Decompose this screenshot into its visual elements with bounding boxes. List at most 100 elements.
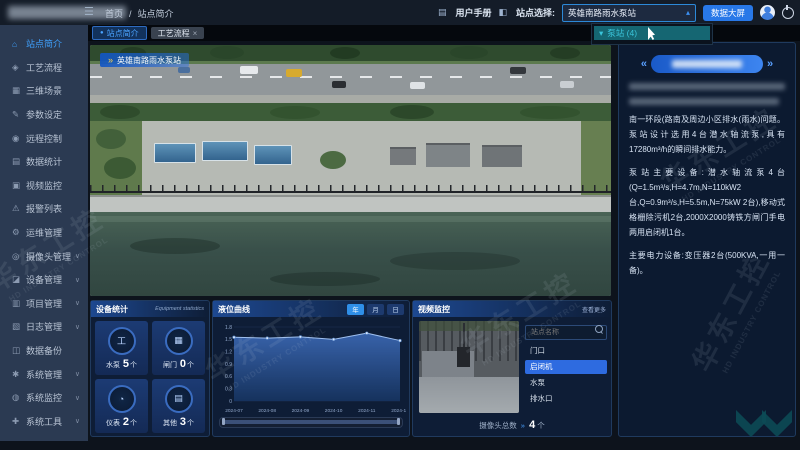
breadcrumb-separator: / [129,9,132,19]
photo-overlay-label[interactable]: » 英雄南路雨水泵站 [100,53,189,67]
user-avatar[interactable] [760,5,775,20]
equipment-panel-subtitle: Equipment statistics [155,306,204,312]
sidebar-item-system-monitor[interactable]: ◍系统监控∨ [0,386,88,410]
period-day-button[interactable]: 日 [387,304,404,315]
sidebar-item-3d-scene[interactable]: ▦三维场景 [0,79,88,103]
stat-count: 5 [123,358,129,370]
camera-item-gate[interactable]: 门口 [525,344,607,358]
user-manual-link[interactable]: 用户手册 [455,6,491,19]
aerial-photo: » 英雄南路雨水泵站 [90,45,611,296]
stat-label: 闸门 [163,362,177,369]
pump-station-dashboard: ☰ 首页 / 站点简介 ▤ 用户手册 ◧ 站点选择: 英雄南路雨水泵站 ▴ 数据大屏… [0,0,800,450]
equipment-panel-title: 设备统计 [96,304,128,315]
top-bar-right: ▤ 用户手册 ◧ 站点选择: 英雄南路雨水泵站 ▴ 数据大屏 [438,0,794,25]
sidebar-item-camera-management[interactable]: ◎摄像头管理∨ [0,244,88,268]
chart-panel-title: 液位曲线 [218,304,250,315]
sidebar-item-device-management[interactable]: ◪设备管理∨ [0,268,88,292]
chevron-down-icon: ∨ [75,370,80,378]
svg-text:1.5: 1.5 [225,337,232,343]
close-icon[interactable]: × [193,29,198,38]
tab-site-intro[interactable]: ●站点简介 [92,26,147,40]
chevron-down-icon: ∨ [75,299,80,307]
backup-icon: ◫ [12,345,26,356]
pump-icon: 工 [108,327,136,355]
sidebar-item-data-backup[interactable]: ◫数据备份 [0,339,88,363]
slider-left-grip[interactable] [222,418,225,425]
sidebar-item-operation-maintenance[interactable]: ⚙运维管理 [0,221,88,245]
flow-icon: ◈ [12,62,26,73]
sidebar-item-remote-control[interactable]: ◉远程控制 [0,126,88,150]
site-select-dropdown[interactable]: 英雄南路雨水泵站 ▴ [562,4,696,22]
camera-total-unit: 个 [537,421,545,430]
chevron-down-icon: ∨ [75,323,80,331]
svg-text:2024-09: 2024-09 [292,408,310,414]
info-paragraph-3: 主要电力设备:变压器2台(500KVA,一用一备)。 [629,249,785,279]
period-month-button[interactable]: 月 [367,304,384,315]
level-curve-panel: 液位曲线 年 月 日 00.30.60.91.21.51.82024-07202… [212,300,410,437]
sidebar-collapse-icon[interactable]: ☰ [84,5,94,18]
camera-total-count: 4 [529,419,535,431]
data-bigscreen-button[interactable]: 数据大屏 [703,5,753,21]
remote-control-icon: ◉ [12,133,26,144]
home-icon: ⌂ [12,39,26,49]
sidebar-item-system-tools[interactable]: ✚系统工具∨ [0,410,88,434]
double-arrow-icon: » [521,421,525,430]
banner-left-wing-icon: « [641,58,647,70]
info-banner: « » [629,55,785,73]
stat-unit: 个 [130,420,137,427]
sidebar-item-alarm-list[interactable]: ⚠报警列表 [0,197,88,221]
sidebar-item-site-intro[interactable]: ⌂站点简介 [0,32,88,56]
cctv-preview[interactable] [419,321,519,413]
site-select-icon: ◧ [498,7,507,18]
sidebar-item-data-statistics[interactable]: ▤数据统计 [0,150,88,174]
redacted-line [629,98,779,105]
pencil-icon: ✎ [12,109,26,120]
breadcrumb: 首页 / 站点简介 [102,7,177,20]
stat-count: 0 [180,358,186,370]
stat-unit: 个 [187,362,194,369]
period-year-button[interactable]: 年 [347,304,364,315]
monitor-icon: ◍ [12,392,26,403]
stat-card-gate: ▦ 闸门 0个 [152,321,205,375]
manual-book-icon: ▤ [438,7,447,18]
slider-right-grip[interactable] [397,418,400,425]
sidebar-item-log-management[interactable]: ▧日志管理∨ [0,315,88,339]
svg-text:0.6: 0.6 [225,374,232,380]
svg-text:0: 0 [229,399,232,405]
sidebar-item-parameter-setting[interactable]: ✎参数设定 [0,103,88,127]
view-more-link[interactable]: 查看更多 [582,305,606,314]
svg-text:1.2: 1.2 [225,349,232,355]
camera-item-hoist[interactable]: 启闭机 [525,360,607,374]
svg-text:2024-07: 2024-07 [225,408,243,414]
breadcrumb-current: 站点简介 [138,9,174,19]
gear-icon: ⚙ [12,227,26,238]
sidebar-item-process-flow[interactable]: ◈工艺流程 [0,56,88,80]
site-select-label: 站点选择: [516,6,555,19]
site-select-value: 英雄南路雨水泵站 [568,7,636,19]
camera-list: 门口 启闭机 水泵 排水口 [525,344,607,406]
gate-icon: ▦ [165,327,193,355]
sidebar-item-video-monitor[interactable]: ▣视频监控 [0,174,88,198]
video-panel-title: 视频监控 [418,304,450,315]
tree-caret-icon: ▾ [599,28,603,39]
sidebar-item-system-management[interactable]: ✱系统管理∨ [0,362,88,386]
logout-power-icon[interactable] [782,7,794,19]
tab-label: 工艺流程 [158,28,190,39]
tools-icon: ✚ [12,416,26,427]
camera-total-label: 摄像头总数 [479,421,517,430]
tab-process-flow[interactable]: 工艺流程× [151,27,205,39]
sidebar-item-project-management[interactable]: ▥项目管理∨ [0,292,88,316]
camera-item-pump[interactable]: 水泵 [525,376,607,390]
search-icon[interactable] [595,325,603,333]
others-icon: ▤ [165,385,193,413]
breadcrumb-home[interactable]: 首页 [105,9,123,19]
project-icon: ▥ [12,298,26,309]
stat-label: 仪表 [106,420,120,427]
stat-unit: 个 [187,420,194,427]
chart-range-slider[interactable] [219,417,403,428]
info-paragraph-1: 南一环段(路南及周边小区排水(雨水)问题。泵站设计选用4台潜水轴流泵,具有172… [629,113,785,157]
svg-text:2024-08: 2024-08 [258,408,276,414]
svg-text:0.3: 0.3 [225,386,232,392]
camera-item-outlet[interactable]: 排水口 [525,392,607,406]
chevron-down-icon: ∨ [75,252,80,260]
